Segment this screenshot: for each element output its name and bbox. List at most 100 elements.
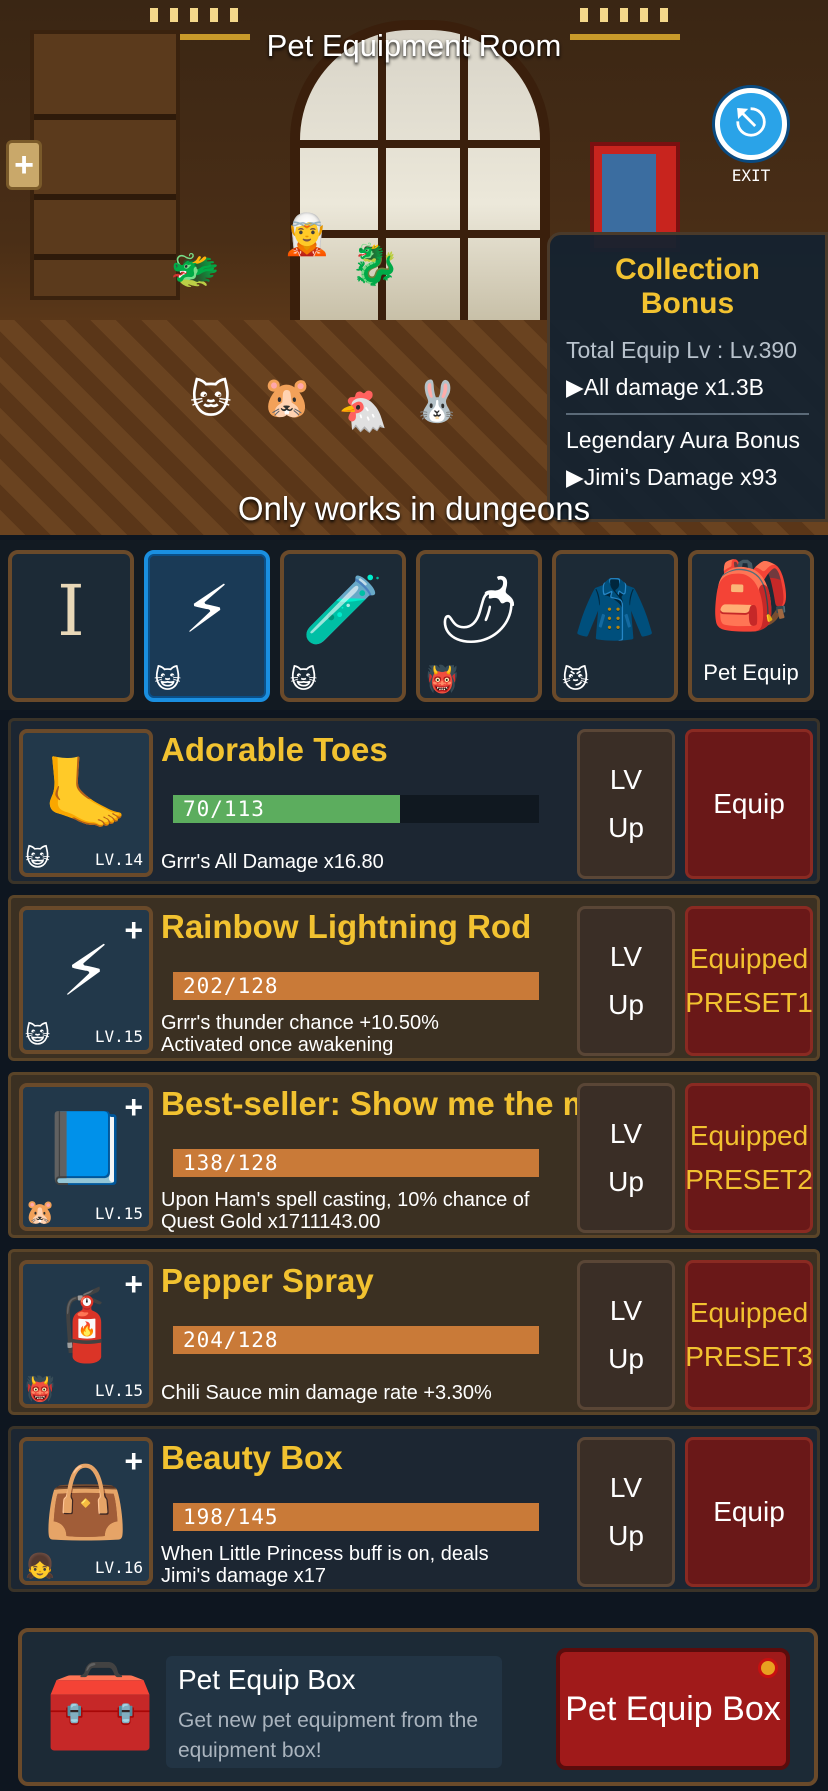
- arched-window: [290, 20, 550, 330]
- equip-button[interactable]: Equip: [685, 1437, 813, 1587]
- add-button[interactable]: +: [6, 140, 42, 190]
- item-name: Pepper Spray: [161, 1262, 374, 1299]
- item-name: Best-seller: Show me the money: [161, 1085, 581, 1122]
- box-info: Pet Equip Box Get new pet equipment from…: [166, 1656, 502, 1768]
- tab-suit[interactable]: 🧥 😼: [552, 550, 678, 702]
- pet-room-scene: 🐲 🧝 🐉 🐱 🐹 🐔 🐰 Pet Equipment Room + ⎋ EXI…: [0, 0, 828, 535]
- equip-label: Equipped: [689, 1297, 809, 1328]
- item-description: Grrr's All Damage x16.80: [161, 851, 384, 873]
- item-description: Grrr's thunder chance +10.50% Activated o…: [161, 1012, 439, 1056]
- equipment-row: 👜 + 👧 LV.16 Beauty Box 198/145 When Little Pri…: [8, 1426, 820, 1592]
- equipment-row: 🧯 + 👹 LV.15 Pepper Spray 204/128 Chili Sauce m…: [8, 1249, 820, 1415]
- equip-label: Equipped: [689, 1120, 809, 1151]
- exit-button[interactable]: ⎋ EXIT: [712, 88, 790, 198]
- equipment-item-icon: 🦶: [42, 755, 130, 833]
- box-description: Get new pet equipment from the equipment…: [178, 1709, 478, 1762]
- exp-text: 204/128: [183, 1328, 279, 1352]
- item-description: Chili Sauce min damage rate +3.30%: [161, 1382, 492, 1404]
- level-up-label: Up: [608, 1166, 644, 1197]
- exit-icon: ⎋: [715, 88, 787, 160]
- equipment-row: 🦶 😺 LV.14 Adorable Toes 70/113 Grrr's All Dam…: [8, 718, 820, 884]
- item-description: Upon Ham's spell casting, 10% chance of Q…: [161, 1189, 530, 1233]
- open-pet-equip-box-button[interactable]: Pet Equip Box: [556, 1648, 790, 1770]
- tab-potion[interactable]: 🧪 😺: [280, 550, 406, 702]
- equip-label: Equip: [713, 788, 785, 819]
- plus-icon: +: [124, 1443, 143, 1479]
- pet-badge-icon: 👧: [25, 1553, 55, 1580]
- tab-book[interactable]: I: [8, 550, 134, 702]
- equip-button[interactable]: Equip: [685, 729, 813, 879]
- level-up-button[interactable]: LV Up: [577, 729, 675, 879]
- item-frame[interactable]: 📘 + 🐹 LV.15: [19, 1083, 153, 1231]
- backpack-icon: 🎒: [709, 558, 793, 632]
- suit-icon: 🧥: [573, 572, 657, 646]
- item-name: Adorable Toes: [161, 731, 388, 768]
- exp-text: 138/128: [183, 1151, 279, 1175]
- equipped-preset-button[interactable]: Equipped PRESET1: [685, 906, 813, 1056]
- pet-equip-box-panel: 🧰 Pet Equip Box Get new pet equipment fr…: [18, 1628, 818, 1786]
- level-up-button[interactable]: LV Up: [577, 1083, 675, 1233]
- pet-badge-icon: 😺: [25, 1022, 51, 1049]
- tab-pepper[interactable]: 🌶 👹: [416, 550, 542, 702]
- level-up-label: LV: [609, 1118, 643, 1149]
- pet-sprite: 🐲: [170, 248, 220, 292]
- level-up-button[interactable]: LV Up: [577, 1260, 675, 1410]
- pet-badge-icon: 👹: [426, 664, 459, 694]
- exp-bar: 138/128: [173, 1149, 539, 1177]
- pet-sprite: 🐰: [412, 380, 462, 424]
- exp-bar: 198/145: [173, 1503, 539, 1531]
- box-title: Pet Equip Box: [178, 1664, 356, 1695]
- equipped-preset-button[interactable]: Equipped PRESET3: [685, 1260, 813, 1410]
- lightning-rod-icon: ⚡: [183, 572, 231, 646]
- level-up-button[interactable]: LV Up: [577, 1437, 675, 1587]
- room-title: Pet Equipment Room: [266, 28, 562, 63]
- item-name: Rainbow Lightning Rod: [161, 908, 532, 945]
- item-frame[interactable]: 🦶 😺 LV.14: [19, 729, 153, 877]
- total-equip-level: Total Equip Lv : Lv.390: [566, 337, 797, 363]
- item-level: LV.15: [94, 1027, 143, 1046]
- collection-bonus-title: Collection Bonus: [614, 253, 760, 320]
- plus-icon: +: [124, 1089, 143, 1125]
- level-up-label: Up: [608, 1520, 644, 1551]
- level-up-label: LV: [609, 1472, 643, 1503]
- pet-badge-icon: 😼: [562, 664, 590, 694]
- pet-sprite: 🐉: [350, 243, 400, 287]
- pet-sprite: 🐔: [338, 390, 388, 434]
- level-up-label: LV: [609, 764, 643, 795]
- level-up-button[interactable]: LV Up: [577, 906, 675, 1056]
- item-frame[interactable]: 🧯 + 👹 LV.15: [19, 1260, 153, 1408]
- pet-badge-icon: 🐹: [25, 1199, 55, 1226]
- pet-sprite: 🐹: [262, 376, 312, 420]
- tab-pet-equip[interactable]: 🎒 Pet Equip: [688, 550, 814, 702]
- item-level: LV.15: [94, 1204, 143, 1223]
- item-name: Beauty Box: [161, 1439, 343, 1476]
- equipped-preset-button[interactable]: Equipped PRESET2: [685, 1083, 813, 1233]
- equip-label: Equipped: [689, 943, 809, 974]
- exp-text: 70/113: [183, 797, 265, 821]
- plus-icon: +: [124, 1266, 143, 1302]
- item-description: When Little Princess buff is on, deals Ji…: [161, 1543, 489, 1587]
- equipment-category-tabs: I ⚡ 😺 🧪 😺 🌶 👹 🧥 😼 🎒 Pet Equip: [0, 540, 828, 710]
- pet-badge-icon: 😺: [154, 664, 182, 694]
- exp-text: 202/128: [183, 974, 279, 998]
- dungeon-note: Only works in dungeons: [237, 490, 591, 527]
- exp-bar: 202/128: [173, 972, 539, 1000]
- legendary-aura-title: Legendary Aura Bonus: [566, 427, 801, 453]
- pet-badge-icon: 😺: [290, 664, 318, 694]
- legendary-aura-effect: ▶Jimi's Damage x93: [566, 464, 778, 490]
- tab-lightning-rod[interactable]: ⚡ 😺: [144, 550, 270, 702]
- item-frame[interactable]: 👜 + 👧 LV.16: [19, 1437, 153, 1585]
- notification-dot-icon: [758, 1658, 778, 1678]
- all-damage-bonus: ▶All damage x1.3B: [566, 374, 764, 400]
- exp-text: 198/145: [183, 1505, 279, 1529]
- level-up-label: LV: [609, 941, 643, 972]
- treasure-chest-icon: 🧰: [44, 1657, 157, 1757]
- pepper-icon: 🌶: [437, 572, 521, 646]
- pet-sprite: 🐱: [190, 378, 232, 422]
- level-up-label: Up: [608, 1343, 644, 1374]
- pet-badge-icon: 😺: [25, 845, 51, 872]
- item-frame[interactable]: ⚡ + 😺 LV.15: [19, 906, 153, 1054]
- preset-label: PRESET2: [685, 1164, 813, 1195]
- preset-label: PRESET3: [685, 1341, 813, 1372]
- box-button-label: Pet Equip Box: [565, 1689, 781, 1728]
